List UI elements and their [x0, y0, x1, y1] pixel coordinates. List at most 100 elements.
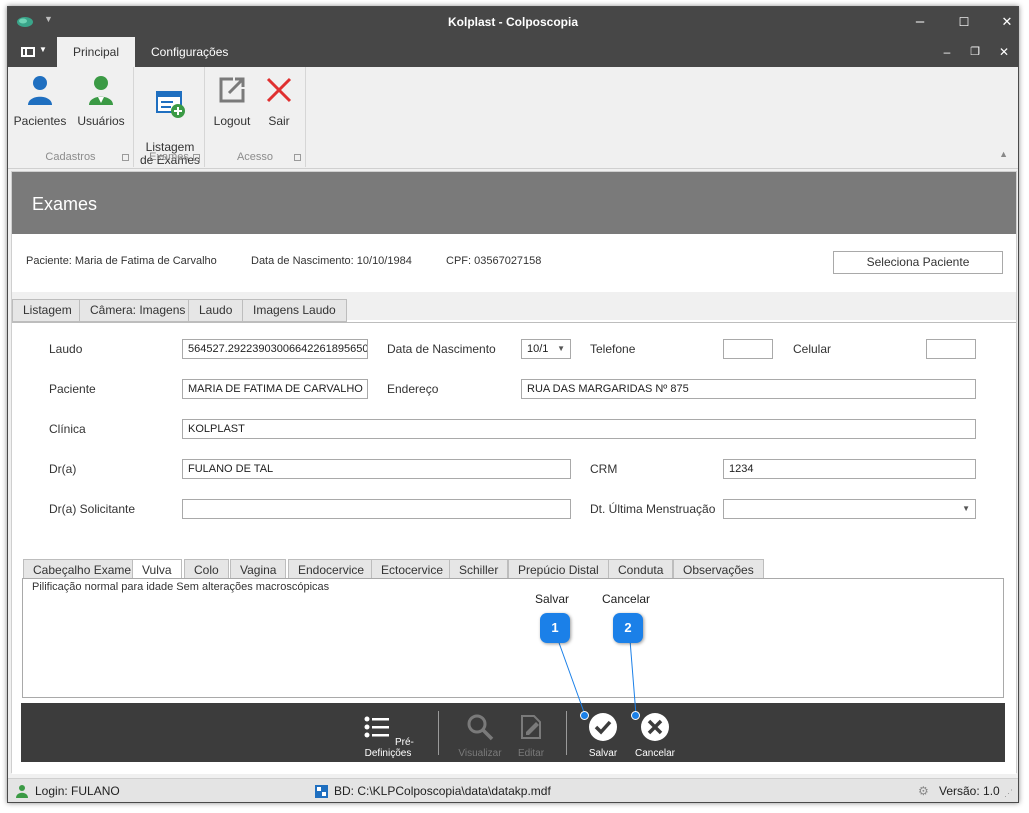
- pacientes-button[interactable]: Pacientes: [13, 73, 67, 128]
- salvar-button[interactable]: Salvar: [583, 703, 623, 759]
- laudo-field[interactable]: 564527.29223903006642261895650: [182, 339, 368, 359]
- status-bar: Login: FULANO BD: C:\KLPColposcopia\data…: [8, 778, 1018, 802]
- mdi-minimize-button[interactable]: –: [937, 43, 957, 61]
- predefinicoes-button[interactable]: Pré-Definições: [353, 703, 423, 759]
- chevron-down-icon[interactable]: ▼: [962, 500, 970, 518]
- sair-label: Sair: [268, 114, 290, 128]
- callout-dot-2: [631, 711, 640, 720]
- tab-imagens-laudo[interactable]: Imagens Laudo: [242, 299, 347, 322]
- dialog-launcher-icon[interactable]: [294, 154, 301, 161]
- search-icon: [467, 714, 494, 741]
- gear-icon: ⚙: [918, 784, 929, 798]
- list-icon: [364, 716, 390, 738]
- usuarios-label: Usuários: [77, 114, 125, 128]
- logout-icon: [219, 77, 245, 103]
- menstruacao-dropdown[interactable]: ▼: [723, 499, 976, 519]
- tab-camera-imagens[interactable]: Câmera: Imagens: [79, 299, 197, 322]
- group-cadastros: Pacientes Usuários Cadastros: [8, 67, 134, 167]
- page-title: Exames: [32, 194, 98, 214]
- checkmark-icon: [589, 713, 617, 741]
- application-menu-button[interactable]: ▼: [14, 42, 50, 62]
- collapse-ribbon-icon[interactable]: ▲: [999, 149, 1008, 159]
- mdi-close-button[interactable]: ✕: [994, 43, 1014, 61]
- logout-label: Logout: [213, 114, 251, 128]
- patient-birth-label: Data de Nascimento: 10/10/1984: [251, 255, 412, 267]
- group-exames: Listagem de Exames Exames: [134, 67, 205, 167]
- paciente-label: Paciente: [49, 382, 96, 396]
- title-bar: ▼ Kolplast - Colposcopia – ☐ ✕: [8, 7, 1018, 37]
- editar-button[interactable]: Editar: [511, 703, 551, 759]
- solicitante-field[interactable]: [182, 499, 571, 519]
- nascimento-picker[interactable]: 10/1 ▼: [521, 339, 571, 359]
- callout-dot-1: [580, 711, 589, 720]
- clinica-label: Clínica: [49, 422, 86, 436]
- close-button[interactable]: ✕: [994, 11, 1018, 33]
- person-icon: [28, 76, 52, 105]
- menstruacao-label: Dt. Última Menstruação: [590, 502, 716, 516]
- chevron-down-icon: ▼: [39, 45, 47, 54]
- separator: [566, 711, 567, 755]
- version-label: Versão: 1.0: [939, 784, 1000, 798]
- laudo-label: Laudo: [49, 342, 83, 356]
- crm-label: CRM: [590, 462, 618, 476]
- chevron-down-icon[interactable]: ▼: [557, 340, 565, 358]
- tab-configuracoes[interactable]: Configurações: [135, 37, 244, 67]
- window-title: Kolplast - Colposcopia: [447, 15, 578, 29]
- database-path: BD: C:\KLPColposcopia\data\datakp.mdf: [334, 784, 551, 798]
- separator: [438, 711, 439, 755]
- action-bar: Pré-Definições Visualizar Editar Salvar: [21, 703, 1005, 762]
- minimize-button[interactable]: –: [907, 11, 933, 33]
- cancelar-label: Cancelar: [634, 748, 676, 759]
- callout-badge-2: 2: [613, 613, 643, 643]
- visualizar-label: Visualizar: [458, 748, 502, 759]
- callout-label-salvar: Salvar: [535, 592, 570, 606]
- visualizar-button[interactable]: Visualizar: [457, 703, 503, 759]
- observation-text: Pilificação normal para idade Sem altera…: [32, 581, 330, 593]
- cancel-icon: [641, 713, 669, 741]
- callout-badge-1: 1: [540, 613, 570, 643]
- group-label-cadastros: Cadastros: [45, 151, 96, 163]
- database-icon: [315, 785, 328, 798]
- clinica-field[interactable]: KOLPLAST: [182, 419, 976, 439]
- logout-button[interactable]: Logout: [209, 73, 255, 128]
- usuarios-button[interactable]: Usuários: [74, 73, 128, 128]
- callout-label-cancelar: Cancelar: [602, 592, 651, 606]
- celular-field[interactable]: [926, 339, 976, 359]
- user-icon: [89, 76, 113, 105]
- mdi-restore-button[interactable]: ❐: [965, 43, 985, 61]
- crm-field[interactable]: 1234: [723, 459, 976, 479]
- observation-textarea[interactable]: Pilificação normal para idade Sem altera…: [22, 578, 1004, 698]
- tab-principal[interactable]: Principal: [57, 37, 136, 67]
- editar-label: Editar: [517, 748, 545, 759]
- sair-button[interactable]: Sair: [259, 73, 299, 128]
- solicitante-label: Dr(a) Solicitante: [49, 502, 136, 516]
- salvar-label: Salvar: [588, 748, 618, 759]
- login-status: Login: FULANO: [35, 784, 120, 798]
- patient-cpf-label: CPF: 03567027158: [446, 255, 542, 267]
- list-add-icon: [156, 91, 185, 118]
- group-label-acesso: Acesso: [236, 151, 274, 163]
- tab-laudo[interactable]: Laudo: [188, 299, 244, 322]
- tab-listagem[interactable]: Listagem: [12, 299, 83, 322]
- patient-name-label: Paciente: Maria de Fatima de Carvalho: [26, 255, 217, 267]
- dialog-launcher-icon[interactable]: [193, 154, 200, 161]
- ribbon-panel: Pacientes Usuários Cadastros Listagem de…: [8, 67, 1018, 169]
- ribbon-tab-bar: ▼ Principal Configurações – ❐ ✕: [8, 37, 1018, 67]
- paciente-field[interactable]: MARIA DE FATIMA DE CARVALHO: [182, 379, 368, 399]
- celular-label: Celular: [793, 342, 832, 356]
- application-window: ▼ Kolplast - Colposcopia – ☐ ✕ ▼ Princip…: [7, 6, 1019, 803]
- telefone-field[interactable]: [723, 339, 773, 359]
- nascimento-value: 10/1: [527, 343, 549, 355]
- endereco-label: Endereço: [387, 382, 439, 396]
- user-status-icon: [16, 785, 28, 798]
- endereco-field[interactable]: RUA DAS MARGARIDAS Nº 875: [521, 379, 976, 399]
- dr-label: Dr(a): [49, 462, 77, 476]
- resize-grip-icon[interactable]: ⋰: [1004, 788, 1013, 799]
- dr-field[interactable]: FULANO DE TAL: [182, 459, 571, 479]
- maximize-button[interactable]: ☐: [951, 11, 977, 33]
- edit-icon: [521, 715, 541, 739]
- pacientes-label: Pacientes: [13, 114, 67, 128]
- dialog-launcher-icon[interactable]: [122, 154, 129, 161]
- select-patient-button[interactable]: Seleciona Paciente: [833, 251, 1003, 274]
- telefone-label: Telefone: [590, 342, 636, 356]
